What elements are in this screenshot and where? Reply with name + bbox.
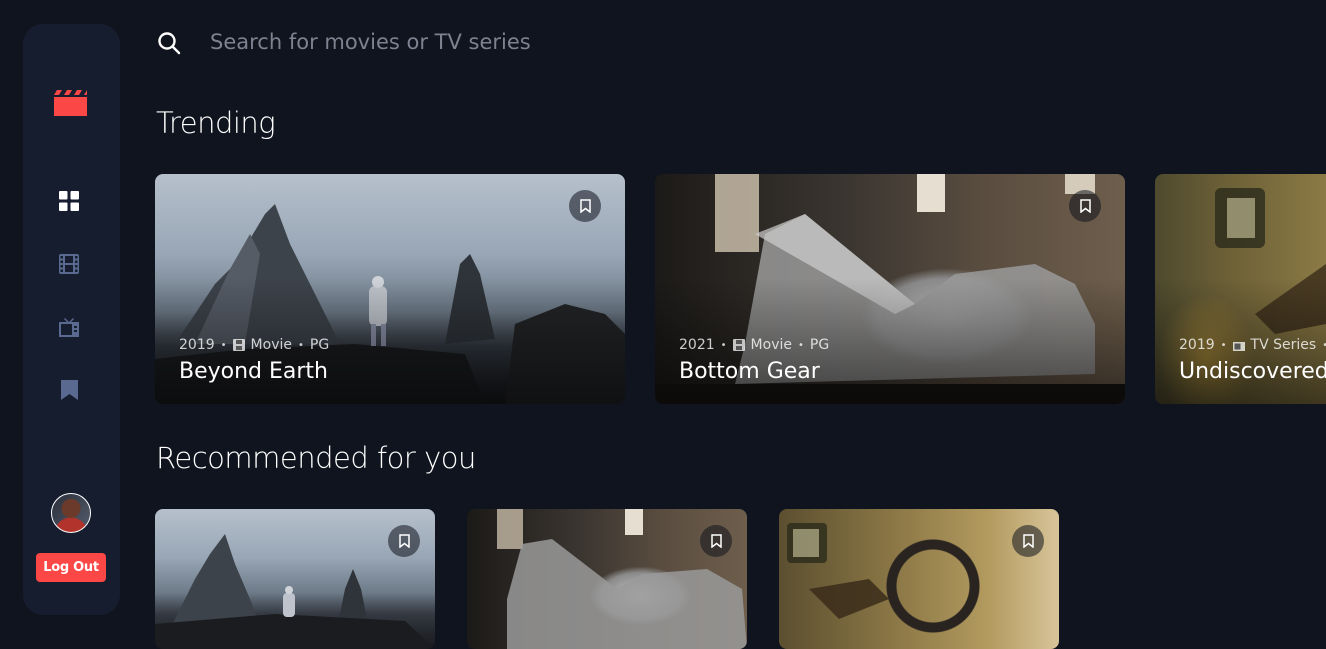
separator-dot: • [1322, 340, 1326, 351]
bookmark-empty-icon [398, 534, 410, 548]
clapperboard-icon[interactable] [54, 88, 87, 116]
card-category: TV Series [1250, 337, 1317, 353]
bookmark-empty-icon [1079, 199, 1091, 213]
card-meta: 2021 • Movie • PG [679, 337, 829, 353]
card-title: Bottom Gear [679, 359, 820, 384]
card-year: 2019 [179, 337, 215, 353]
bookmark-button[interactable] [388, 525, 420, 557]
film-icon[interactable] [59, 254, 79, 274]
separator-dot: • [297, 339, 304, 351]
grid-icon[interactable] [59, 191, 79, 211]
trending-card[interactable]: 2021 • Movie • PG Bottom Gear [655, 174, 1125, 404]
bookmark-icon[interactable] [61, 380, 78, 400]
bookmark-button[interactable] [1012, 525, 1044, 557]
card-title: Beyond Earth [179, 359, 329, 384]
search-icon [158, 32, 181, 55]
recommended-card[interactable] [155, 509, 435, 649]
avatar[interactable] [51, 493, 91, 533]
card-rating: PG [809, 337, 830, 353]
separator-dot: • [220, 339, 227, 351]
card-year: 2021 [679, 337, 715, 353]
card-meta: 2019 • TV Series • [1179, 337, 1326, 353]
card-title: Undiscovered Cities [1179, 359, 1326, 384]
search-input[interactable] [210, 26, 710, 58]
bookmark-empty-icon [1022, 534, 1034, 548]
card-meta: 2019 • Movie • PG [179, 337, 329, 353]
recommended-card[interactable] [467, 509, 747, 649]
bookmark-button[interactable] [700, 525, 732, 557]
bookmark-button[interactable] [569, 190, 601, 222]
card-rating: PG [309, 337, 330, 353]
recommended-heading: Recommended for you [156, 441, 476, 475]
tv-icon[interactable] [59, 317, 79, 337]
card-year: 2019 [1179, 337, 1215, 353]
tv-category-icon [1232, 342, 1245, 351]
card-category: Movie [250, 337, 292, 353]
recommended-card[interactable] [779, 509, 1059, 649]
separator-dot: • [720, 339, 727, 351]
separator-dot: • [1220, 339, 1227, 351]
bookmark-button[interactable] [1069, 190, 1101, 222]
sidebar: Log Out [23, 24, 120, 615]
trending-card[interactable]: 2019 • TV Series • Undiscovered Cities [1155, 174, 1326, 404]
separator-dot: • [797, 339, 804, 351]
trending-heading: Trending [156, 106, 276, 140]
film-category-icon [232, 339, 245, 351]
trending-card[interactable]: 2019 • Movie • PG Beyond Earth [155, 174, 625, 404]
bookmark-empty-icon [710, 534, 722, 548]
logout-button[interactable]: Log Out [36, 553, 106, 582]
bookmark-empty-icon [579, 199, 591, 213]
card-category: Movie [750, 337, 792, 353]
film-category-icon [732, 339, 745, 351]
